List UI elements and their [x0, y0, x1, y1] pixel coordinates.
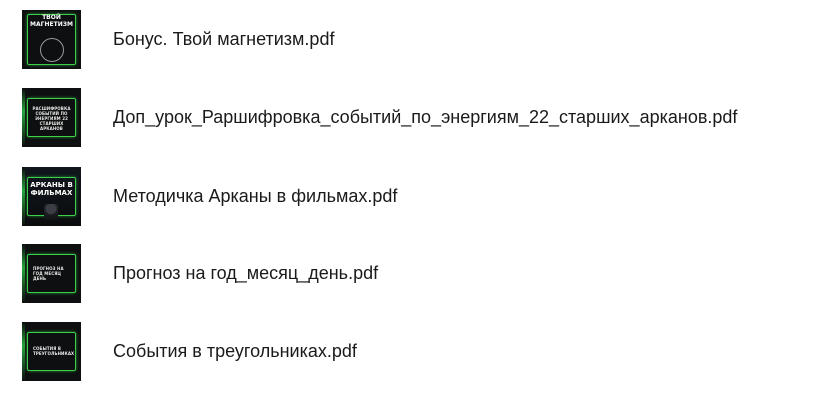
- pdf-cover-thumbnail-icon: АРКАНЫ В ФИЛЬМАХ: [22, 166, 81, 226]
- file-item[interactable]: РАСШИФРОВКА СОБЫТИЙ ПО ЭНЕРГИЯМ 22 СТАРШ…: [0, 86, 822, 148]
- pdf-cover-thumbnail-icon: СОБЫТИЯ В ТРЕУГОЛЬНИКАХ: [22, 321, 81, 381]
- thumbnail-title: ТВОЙ МАГНЕТИЗМ: [30, 13, 73, 28]
- pdf-cover-thumbnail-icon: ТВОЙ МАГНЕТИЗМ: [22, 9, 81, 69]
- pdf-cover-thumbnail-icon: РАСШИФРОВКА СОБЫТИЙ ПО ЭНЕРГИЯМ 22 СТАРШ…: [22, 87, 81, 147]
- file-name[interactable]: Бонус. Твой магнетизм.pdf: [113, 29, 334, 50]
- file-name[interactable]: Доп_урок_Раршифровка_событий_по_энергиям…: [113, 107, 737, 128]
- thumbnail-title: СОБЫТИЯ В ТРЕУГОЛЬНИКАХ: [33, 345, 75, 356]
- file-list: ТВОЙ МАГНЕТИЗМ Бонус. Твой магнетизм.pdf…: [0, 0, 822, 403]
- file-item[interactable]: СОБЫТИЯ В ТРЕУГОЛЬНИКАХ События в треуго…: [0, 320, 822, 382]
- thumbnail-figure: [44, 203, 58, 220]
- pdf-cover-thumbnail-icon: ПРОГНОЗ НА ГОД МЕСЯЦ ДЕНЬ: [22, 243, 81, 303]
- file-item[interactable]: ТВОЙ МАГНЕТИЗМ Бонус. Твой магнетизм.pdf: [0, 8, 822, 70]
- thumbnail-title: РАСШИФРОВКА СОБЫТИЙ ПО ЭНЕРГИЯМ 22 СТАРШ…: [32, 105, 71, 131]
- file-name[interactable]: События в треугольниках.pdf: [113, 341, 357, 362]
- file-item[interactable]: АРКАНЫ В ФИЛЬМАХ Методичка Арканы в филь…: [0, 165, 822, 227]
- file-item[interactable]: ПРОГНОЗ НА ГОД МЕСЯЦ ДЕНЬ Прогноз на год…: [0, 242, 822, 304]
- thumbnail-title: АРКАНЫ В ФИЛЬМАХ: [30, 180, 73, 197]
- file-name[interactable]: Прогноз на год_месяц_день.pdf: [113, 263, 378, 284]
- file-name[interactable]: Методичка Арканы в фильмах.pdf: [113, 186, 397, 207]
- thumbnail-emblem: [40, 37, 64, 62]
- thumbnail-title: ПРОГНОЗ НА ГОД МЕСЯЦ ДЕНЬ: [33, 265, 64, 281]
